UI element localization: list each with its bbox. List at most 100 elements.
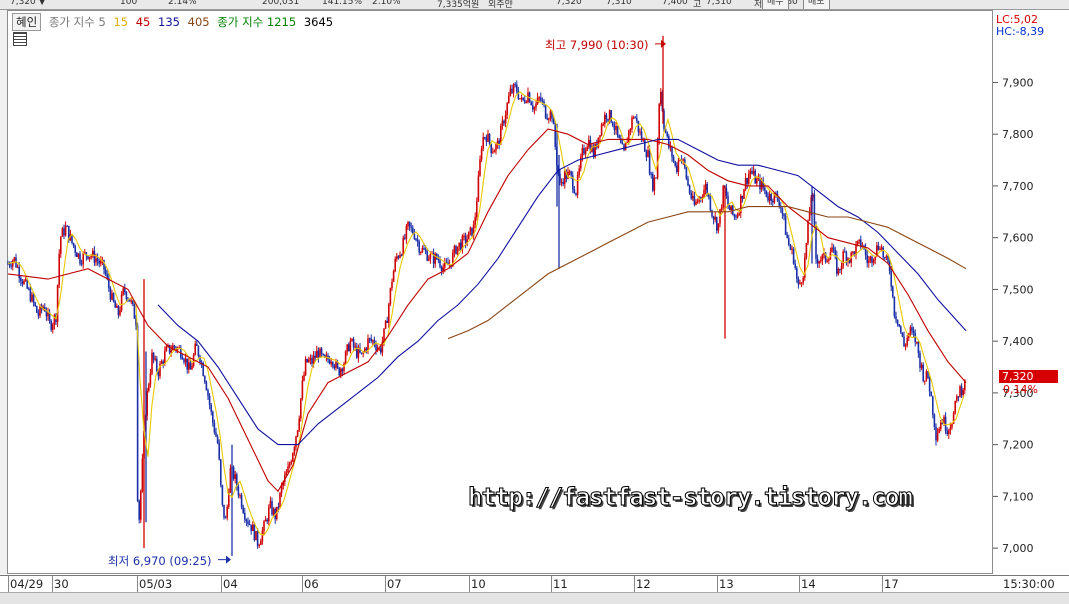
candle-body [173, 345, 176, 348]
candle-body [852, 251, 854, 253]
x-tick-separator [302, 576, 303, 592]
candle-body [100, 260, 102, 264]
candle-body [368, 338, 371, 340]
candle-body [63, 228, 65, 236]
ma3645-label: 3645 [303, 15, 334, 29]
candle-body [250, 524, 252, 531]
candle-body [335, 361, 337, 369]
candle-body [404, 237, 406, 239]
candle-body [474, 216, 476, 225]
candle-body [386, 320, 388, 323]
candle-body [357, 347, 360, 358]
candle-body [260, 541, 262, 545]
candle-body [397, 256, 400, 258]
candle-body [885, 255, 888, 258]
candle-body [581, 148, 584, 157]
candle-body [871, 256, 873, 263]
candle-body [615, 125, 617, 130]
candle-body [772, 201, 774, 203]
x-tick-separator [634, 576, 635, 592]
candle-body [328, 359, 331, 364]
candle-body [703, 190, 705, 198]
candle-body [215, 432, 217, 437]
bottom-scrollbar[interactable] [0, 592, 1069, 604]
candle-body [722, 185, 724, 208]
candle-body [296, 430, 299, 437]
candle-body [479, 159, 481, 176]
candle-body [844, 251, 846, 253]
candle-body [372, 340, 374, 342]
x-tick-label: 11 [553, 577, 568, 591]
candle-body [316, 350, 318, 358]
candle-body [868, 260, 870, 263]
candle-body [796, 267, 798, 279]
candle-body [138, 500, 140, 520]
candle-body [263, 521, 265, 531]
candle-body [821, 254, 824, 261]
candle-body [645, 151, 648, 158]
candle-body [12, 260, 14, 267]
candle-body [607, 119, 609, 121]
candle-body [344, 351, 347, 364]
candle-body [156, 358, 158, 372]
candle-body [856, 241, 859, 245]
candle-body [749, 171, 752, 174]
candle-body [903, 336, 905, 347]
candle-body [928, 378, 931, 392]
candle-body [90, 256, 92, 258]
candle-body [877, 245, 880, 250]
candle-body [426, 251, 428, 261]
candle-body [820, 260, 822, 262]
candle-body [605, 114, 608, 120]
x-tick-label: 12 [636, 577, 651, 591]
candle-body [212, 411, 214, 423]
candle-body [628, 130, 630, 143]
candle-body [492, 152, 494, 154]
candle-body [458, 242, 460, 247]
candle-body [132, 300, 134, 305]
candle-body [695, 201, 697, 205]
candle-body [639, 131, 641, 133]
candle-body [634, 117, 636, 119]
y-tick-layer: 7,0007,1007,2007,3007,4007,5007,6007,700… [993, 76, 1034, 555]
candle-body [141, 458, 144, 491]
candle-body [279, 492, 281, 508]
candle-body [504, 114, 507, 124]
candle-body [352, 338, 355, 348]
candle-body [546, 118, 548, 120]
candle-body [189, 362, 192, 370]
candle-body [80, 263, 83, 265]
candle-body [906, 338, 908, 345]
candle-body [487, 133, 489, 142]
candle-body [351, 338, 353, 341]
candle-body [554, 124, 556, 147]
chart-tab-button[interactable]: 혜인 [12, 13, 42, 31]
candle-body [60, 236, 62, 254]
candle-body [23, 280, 25, 285]
x-tick-separator [551, 576, 552, 592]
candle-body [946, 430, 948, 434]
candle-body [210, 404, 212, 412]
candle-body [672, 156, 675, 162]
candle-body [301, 380, 304, 399]
candle-body [32, 294, 35, 303]
candle-body [402, 237, 404, 256]
candle-body [423, 247, 425, 250]
x-tick-label: 17 [884, 577, 899, 591]
table-icon[interactable] [13, 32, 27, 46]
candle-body [194, 343, 196, 355]
candle-body [56, 285, 59, 322]
candle-body [895, 316, 897, 320]
x-tick-label: 04/29 [10, 577, 44, 591]
x-tick-separator [52, 576, 53, 592]
candle-body [786, 235, 788, 239]
indicator-legend: 혜인 종가 지수 5 15 45 135 405 종가 지수 1215 3645 [12, 13, 337, 31]
candle-body [916, 341, 918, 343]
candle-body [621, 142, 624, 145]
candle-body [767, 196, 769, 201]
candle-body [909, 327, 912, 334]
candle-body [208, 395, 211, 405]
candle-body [692, 195, 694, 199]
candle-body [322, 353, 324, 355]
candle-body [400, 254, 403, 256]
